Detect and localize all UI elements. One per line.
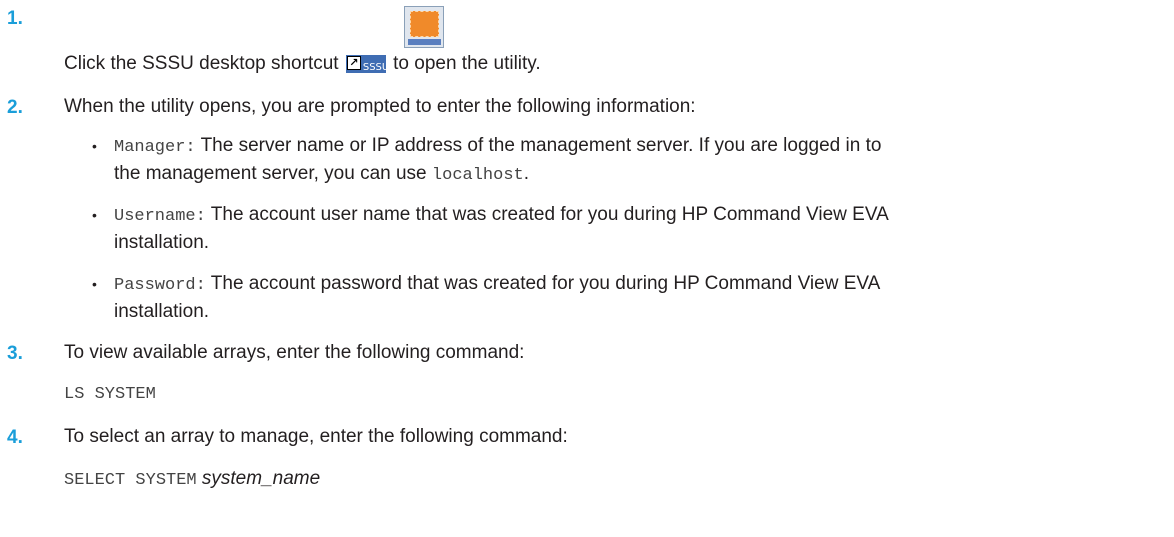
step-4-command: SELECT SYSTEM system_name bbox=[64, 467, 320, 493]
bullet-manager-line2: the management server, you can use local… bbox=[114, 163, 530, 185]
sssu-app-icon bbox=[404, 6, 444, 48]
bullet-dot: • bbox=[92, 207, 97, 223]
step-3-text: To view available arrays, enter the foll… bbox=[64, 342, 525, 363]
password-term: Password: bbox=[114, 276, 206, 295]
select-system-command: SELECT SYSTEM bbox=[64, 471, 197, 490]
bullet-password-line2: installation. bbox=[114, 301, 210, 322]
system-name-argument: system_name bbox=[201, 468, 321, 489]
bullet-manager-line1: Manager: The server name or IP address o… bbox=[114, 135, 882, 157]
bullet-username-line1: Username: The account user name that was… bbox=[114, 204, 889, 226]
localhost-code: localhost bbox=[431, 166, 524, 185]
step-2-text: When the utility opens, you are prompted… bbox=[64, 96, 696, 117]
step-2-number: 2. bbox=[7, 97, 23, 118]
bullet-dot: • bbox=[92, 138, 97, 154]
step-3-number: 3. bbox=[7, 343, 23, 364]
bullet-dot: • bbox=[92, 276, 97, 292]
step-1-pre: Click the SSSU desktop shortcut bbox=[64, 53, 339, 74]
step-3-command: LS SYSTEM bbox=[64, 385, 156, 404]
step-1-text: Click the SSSU desktop shortcut ↗ SSSU t… bbox=[64, 52, 541, 76]
bullet-password-line1: Password: The account password that was … bbox=[114, 273, 881, 295]
sssu-shortcut-icon: ↗ SSSU bbox=[345, 54, 389, 73]
manager-term: Manager: bbox=[114, 138, 196, 157]
step-1-number: 1. bbox=[7, 8, 23, 29]
step-4-text: To select an array to manage, enter the … bbox=[64, 426, 568, 447]
username-term: Username: bbox=[114, 207, 206, 226]
step-1-post: to open the utility. bbox=[393, 53, 541, 74]
bullet-username-line2: installation. bbox=[114, 232, 210, 253]
step-4-number: 4. bbox=[7, 427, 23, 448]
